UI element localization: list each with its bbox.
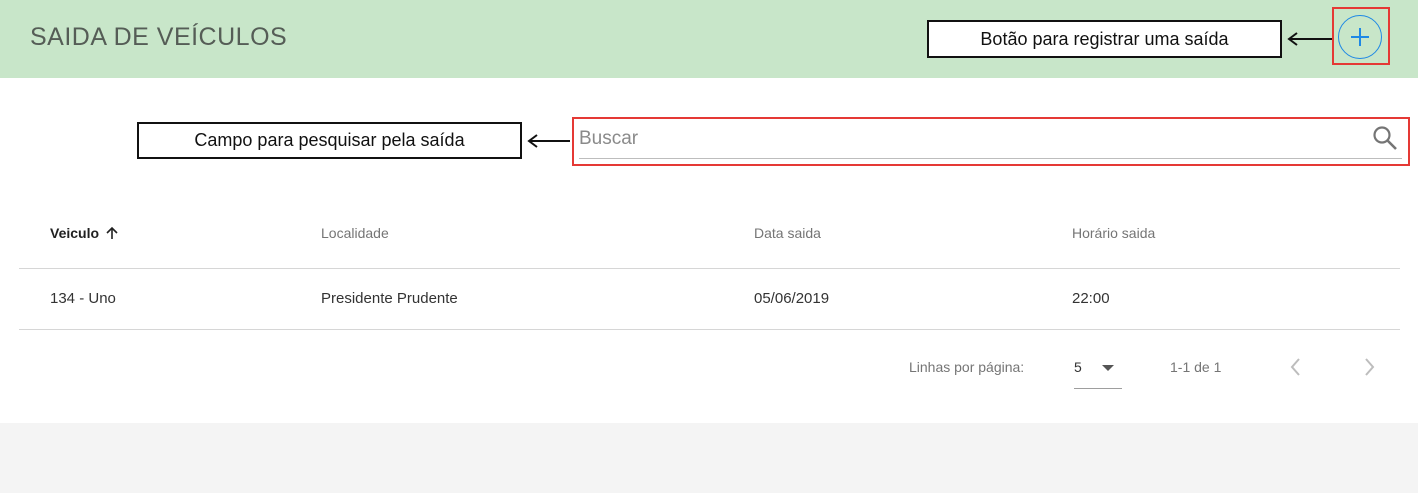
cell-horario-saida: 22:00 <box>1072 290 1110 307</box>
cell-localidade: Presidente Prudente <box>321 290 458 307</box>
search-callout: Campo para pesquisar pela saída <box>137 122 522 159</box>
chevron-right-icon[interactable] <box>1358 356 1380 378</box>
add-button-callout: Botão para registrar uma saída <box>927 20 1282 58</box>
rows-per-page-select[interactable]: 5 <box>1074 356 1122 389</box>
column-header-horario-saida[interactable]: Horário saida <box>1072 225 1155 241</box>
search-icon[interactable] <box>1372 125 1398 151</box>
chevron-left-icon[interactable] <box>1285 356 1307 378</box>
callout-arrow-icon <box>527 134 570 148</box>
callout-arrow-icon <box>1287 32 1333 46</box>
caret-down-icon <box>1102 365 1114 371</box>
add-exit-button[interactable] <box>1338 15 1382 59</box>
arrow-up-icon <box>106 226 118 239</box>
search-underline <box>579 158 1402 159</box>
pagination-range: 1-1 de 1 <box>1170 359 1222 375</box>
rows-per-page-label: Linhas por página: <box>909 359 1025 375</box>
column-header-localidade[interactable]: Localidade <box>321 225 389 241</box>
cell-veiculo: 134 - Uno <box>50 290 116 307</box>
plus-icon <box>1351 28 1369 46</box>
search-input[interactable] <box>579 122 1359 156</box>
column-header-label: Veiculo <box>50 225 100 241</box>
column-header-data-saida[interactable]: Data saida <box>754 225 821 241</box>
cell-data-saida: 05/06/2019 <box>754 290 830 307</box>
rows-per-page-value: 5 <box>1074 359 1082 375</box>
page-title: SAIDA DE VEÍCULOS <box>30 23 288 51</box>
row-divider <box>19 329 1400 330</box>
header-divider <box>19 268 1400 269</box>
column-header-veiculo[interactable]: Veiculo <box>50 225 119 241</box>
